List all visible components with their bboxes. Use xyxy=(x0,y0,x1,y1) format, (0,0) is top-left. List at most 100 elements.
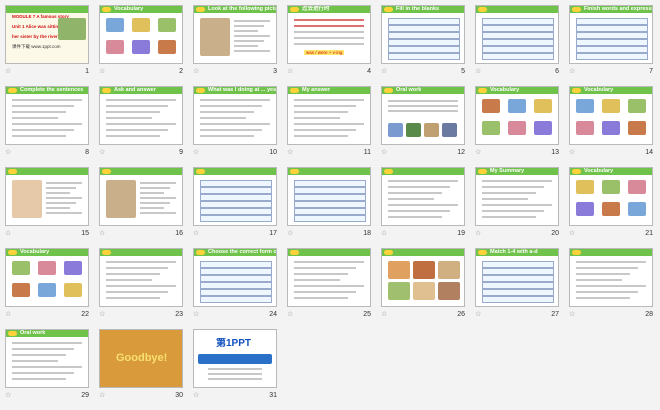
slide-thumbnail[interactable]: Ask and answer xyxy=(99,86,183,145)
slide-thumbnail[interactable] xyxy=(99,248,183,307)
text-line xyxy=(482,198,528,200)
slide-transition-icon[interactable]: ☆ xyxy=(193,310,199,319)
text-line xyxy=(106,99,176,101)
slide-transition-icon[interactable]: ☆ xyxy=(287,148,293,157)
slide-transition-icon[interactable]: ☆ xyxy=(287,67,293,76)
slide-thumbnail[interactable]: Complete the sentences xyxy=(5,86,89,145)
slide-thumbnail[interactable]: What was I doing at ... yesterday? xyxy=(193,86,277,145)
slide-transition-icon[interactable]: ☆ xyxy=(193,229,199,238)
table-row xyxy=(482,275,554,282)
table-row xyxy=(576,18,648,25)
slide-thumbnail[interactable]: 第1PPT xyxy=(193,329,277,388)
slide-transition-icon[interactable]: ☆ xyxy=(99,229,105,238)
slide-thumbnail[interactable] xyxy=(193,167,277,226)
text-line xyxy=(294,297,348,299)
text-line xyxy=(234,25,264,27)
slide-transition-icon[interactable]: ☆ xyxy=(5,391,11,400)
table-row xyxy=(200,180,272,187)
text-line xyxy=(200,129,262,131)
slide-transition-icon[interactable]: ☆ xyxy=(5,310,11,319)
slide-thumbnail[interactable]: Look at the following pictures xyxy=(193,5,277,64)
slide-transition-icon[interactable]: ☆ xyxy=(569,229,575,238)
slide-transition-icon[interactable]: ☆ xyxy=(193,148,199,157)
slide-thumbnail[interactable] xyxy=(287,167,371,226)
text-line xyxy=(46,187,76,189)
slide-thumbnail[interactable]: Vocabulary xyxy=(475,86,559,145)
slide-picture xyxy=(602,202,620,216)
text-line xyxy=(200,105,262,107)
text-line xyxy=(12,366,82,368)
slide-transition-icon[interactable]: ☆ xyxy=(475,148,481,157)
slide-thumbnail[interactable] xyxy=(381,248,465,307)
slide-thumbnail[interactable] xyxy=(287,248,371,307)
slide-transition-icon[interactable]: ☆ xyxy=(475,310,481,319)
slide-title-bar: Vocabulary xyxy=(100,6,182,13)
text-line xyxy=(46,192,70,194)
slide-title: Complete the sentences xyxy=(20,87,84,93)
slide-thumbnail[interactable]: My answer xyxy=(287,86,371,145)
slide-number: 22 xyxy=(81,311,89,318)
slide-picture xyxy=(438,261,460,279)
slide-thumbnail[interactable] xyxy=(99,167,183,226)
slide-thumbnail[interactable]: 过去进行时 was / were + v-ing xyxy=(287,5,371,64)
table-row xyxy=(200,215,272,222)
slide-thumbnail[interactable] xyxy=(569,248,653,307)
slide-title-bar xyxy=(476,6,558,13)
slide-thumbnail[interactable]: MODULE 7 A famous story Unit 1 Alice was … xyxy=(5,5,89,64)
slide-transition-icon[interactable]: ☆ xyxy=(5,229,11,238)
slide-transition-icon[interactable]: ☆ xyxy=(569,148,575,157)
slide-thumbnail[interactable]: Oral work xyxy=(381,86,465,145)
text-line xyxy=(294,19,364,21)
slide-transition-icon[interactable]: ☆ xyxy=(475,67,481,76)
slide-thumbnail[interactable]: Match 1-4 with a-d xyxy=(475,248,559,307)
slide-title-bar: Vocabulary xyxy=(6,249,88,256)
slide-transition-icon[interactable]: ☆ xyxy=(569,67,575,76)
slide-thumbnail[interactable]: Goodbye! xyxy=(99,329,183,388)
slide-thumbnail[interactable] xyxy=(475,5,559,64)
slide-transition-icon[interactable]: ☆ xyxy=(193,67,199,76)
slide-banner xyxy=(198,354,272,364)
slide-transition-icon[interactable]: ☆ xyxy=(381,67,387,76)
slide-thumbnail[interactable]: Oral work xyxy=(5,329,89,388)
slide-thumbnail[interactable]: Choose the correct form of the verbs xyxy=(193,248,277,307)
text-line xyxy=(388,192,442,194)
slide-thumbnail[interactable]: My Summary xyxy=(475,167,559,226)
lemon-logo-icon xyxy=(384,250,393,255)
table-row xyxy=(294,201,366,208)
slide-meta: ☆ 29 xyxy=(5,391,89,400)
slide-number: 19 xyxy=(457,230,465,237)
slide-meta: ☆ 16 xyxy=(99,229,183,238)
text-line xyxy=(294,273,348,275)
slide-thumbnail[interactable]: Vocabulary xyxy=(569,167,653,226)
slide-thumbnail[interactable]: Fill in the blanks xyxy=(381,5,465,64)
slide-sorter-pane[interactable]: MODULE 7 A famous story Unit 1 Alice was … xyxy=(0,0,660,410)
slide-transition-icon[interactable]: ☆ xyxy=(99,67,105,76)
slide-thumbnail[interactable] xyxy=(381,167,465,226)
slide-thumbnail[interactable]: Vocabulary xyxy=(99,5,183,64)
text-line xyxy=(234,40,264,42)
slide-transition-icon[interactable]: ☆ xyxy=(287,310,293,319)
slide-transition-icon[interactable]: ☆ xyxy=(99,391,105,400)
slide-title-bar: Oral work xyxy=(382,87,464,94)
slide-transition-icon[interactable]: ☆ xyxy=(99,148,105,157)
slide-thumbnail[interactable] xyxy=(5,167,89,226)
slide-transition-icon[interactable]: ☆ xyxy=(381,229,387,238)
slide-number: 21 xyxy=(645,230,653,237)
slide-thumbnail[interactable]: Vocabulary xyxy=(5,248,89,307)
slide-meta: ☆ 4 xyxy=(287,67,371,76)
slide-transition-icon[interactable]: ☆ xyxy=(193,391,199,400)
slide-thumbnail[interactable]: Vocabulary xyxy=(569,86,653,145)
slide-meta: ☆ 7 xyxy=(569,67,653,76)
slide-title-bar: Choose the correct form of the verbs xyxy=(194,249,276,256)
lemon-logo-icon xyxy=(290,7,299,12)
slide-transition-icon[interactable]: ☆ xyxy=(381,148,387,157)
slide-transition-icon[interactable]: ☆ xyxy=(381,310,387,319)
slide-transition-icon[interactable]: ☆ xyxy=(5,148,11,157)
lemon-logo-icon xyxy=(290,250,299,255)
slide-thumbnail[interactable]: Finish words and expressions xyxy=(569,5,653,64)
slide-transition-icon[interactable]: ☆ xyxy=(5,67,11,76)
slide-transition-icon[interactable]: ☆ xyxy=(287,229,293,238)
slide-transition-icon[interactable]: ☆ xyxy=(475,229,481,238)
slide-transition-icon[interactable]: ☆ xyxy=(569,310,575,319)
slide-transition-icon[interactable]: ☆ xyxy=(99,310,105,319)
